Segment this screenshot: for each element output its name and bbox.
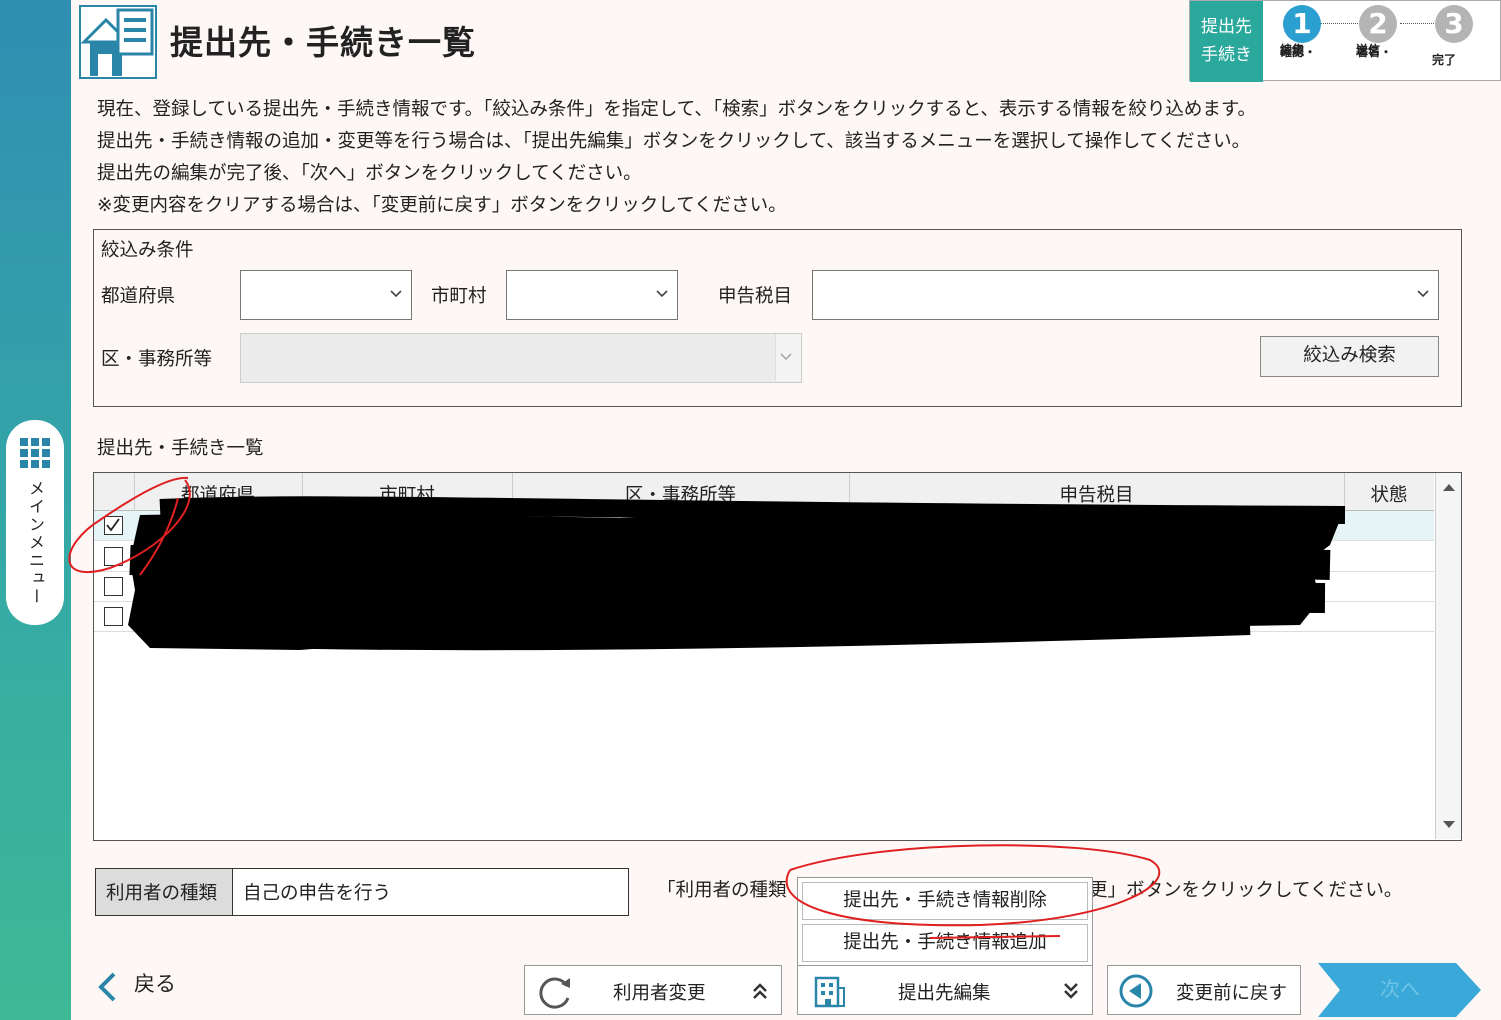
- instruction-line: 提出先の編集が完了後、「次へ」ボタンをクリックしてください。: [97, 163, 642, 184]
- next-label: 次へ: [1380, 977, 1420, 1001]
- back-label: 戻る: [134, 972, 176, 996]
- hint-suffix: 更」ボタンをクリックしてください。: [1089, 880, 1403, 901]
- current-step-line-1: 提出先: [1201, 17, 1252, 37]
- main-menu-tab[interactable]: メインメニュー: [6, 420, 64, 625]
- row-checkbox[interactable]: [104, 516, 123, 535]
- table-header: 都道府県 市町村 区・事務所等 申告税目 状態: [94, 473, 1434, 511]
- chevron-down-icon: [1417, 290, 1429, 298]
- edit-destination-button[interactable]: 提出先編集: [797, 965, 1093, 1015]
- chevron-left-icon: [98, 972, 116, 1002]
- chevron-down-icon: [780, 353, 792, 361]
- current-step-line-2: 手続き: [1201, 45, 1252, 65]
- instruction-line: 現在、登録している提出先・手続き情報です。「絞込み条件」を指定して、「検索」ボタ…: [97, 99, 1257, 120]
- step-1-label-2: 編集: [1280, 43, 1305, 57]
- current-step-label: 提出先 手続き: [1190, 1, 1263, 82]
- table-row[interactable]: [94, 572, 1434, 602]
- edit-destination-menu: 提出先・手続き情報削除 提出先・手続き情報追加: [797, 877, 1093, 967]
- table-row[interactable]: [94, 542, 1434, 572]
- chevron-down-icon: [656, 290, 668, 298]
- step-indicator: 提出先 手続き 1 確認・ 編集 2 署名・ 送信 3 完了: [1189, 0, 1501, 82]
- user-type-hint: 「利用者の種類 更」ボタンをクリックしてください。: [657, 876, 1402, 902]
- prefecture-select[interactable]: [240, 270, 412, 320]
- back-circle-icon: [1119, 974, 1153, 1008]
- scroll-up-icon[interactable]: [1441, 481, 1457, 493]
- step-3: 3 完了: [1432, 5, 1476, 67]
- step-3-number: 3: [1435, 5, 1473, 43]
- instruction-line: ※変更内容をクリアする場合は、「変更前に戻す」ボタンをクリックしてください。: [97, 195, 787, 216]
- table-row[interactable]: [94, 602, 1434, 632]
- instructions: 現在、登録している提出先・手続き情報です。「絞込み条件」を指定して、「検索」ボタ…: [97, 94, 1256, 222]
- tax-item-label: 申告税目: [718, 286, 793, 307]
- add-destination-menu-item[interactable]: 提出先・手続き情報追加: [802, 924, 1088, 962]
- table-scrollbar[interactable]: [1435, 473, 1461, 839]
- row-checkbox[interactable]: [104, 577, 123, 596]
- back-button[interactable]: 戻る: [96, 968, 176, 1002]
- step-1: 1 確認・ 編集: [1280, 5, 1324, 59]
- filter-panel: 絞込み条件 都道府県 市町村 申告税目 区・事務所等 絞込み検索: [93, 229, 1462, 407]
- row-checkbox[interactable]: [104, 607, 123, 626]
- column-tax-item: 申告税目: [1059, 485, 1134, 506]
- step-2-label-2: 送信: [1356, 43, 1381, 57]
- main-menu-label: メインメニュー: [26, 480, 45, 606]
- user-type-label: 利用者の種類: [95, 868, 233, 916]
- step-1-number: 1: [1283, 5, 1321, 43]
- step-3-label: 完了: [1432, 53, 1457, 67]
- city-label: 市町村: [431, 286, 487, 307]
- next-button[interactable]: 次へ: [1318, 963, 1481, 1017]
- refresh-icon: [539, 977, 570, 1009]
- step-2-number: 2: [1359, 5, 1397, 43]
- delete-destination-menu-item[interactable]: 提出先・手続き情報削除: [802, 882, 1088, 920]
- double-chevron-up-icon: [753, 983, 767, 999]
- user-type-value: 自己の申告を行う: [232, 868, 629, 916]
- office-select: [240, 333, 802, 383]
- filter-search-button[interactable]: 絞込み検索: [1260, 336, 1439, 377]
- destination-list-icon: [79, 5, 157, 79]
- column-status: 状態: [1370, 485, 1408, 506]
- checkmark-icon: [106, 518, 120, 532]
- office-label: 区・事務所等: [101, 349, 213, 370]
- column-city: 市町村: [379, 485, 435, 506]
- table-row[interactable]: [94, 511, 1434, 541]
- edit-destination-label: 提出先編集: [898, 983, 991, 1004]
- column-prefecture: 都道府県: [180, 485, 255, 506]
- chevron-down-icon: [390, 290, 402, 298]
- grid-menu-icon: [20, 438, 50, 468]
- page-title: 提出先・手続き一覧: [170, 23, 476, 62]
- sidebar: メインメニュー: [0, 0, 71, 1020]
- scroll-down-icon[interactable]: [1441, 819, 1457, 831]
- step-connector: [1320, 23, 1360, 24]
- column-office: 区・事務所等: [624, 485, 736, 506]
- prefecture-label: 都道府県: [101, 286, 176, 307]
- change-user-button[interactable]: 利用者変更: [524, 965, 782, 1015]
- hint-prefix: 「利用者の種類: [657, 880, 787, 901]
- tax-item-select[interactable]: [812, 270, 1439, 320]
- destination-table: 都道府県 市町村 区・事務所等 申告税目 状態: [93, 472, 1462, 841]
- list-title: 提出先・手続き一覧: [97, 438, 264, 459]
- city-select[interactable]: [506, 270, 678, 320]
- step-connector: [1400, 23, 1436, 24]
- revert-changes-button[interactable]: 変更前に戻す: [1107, 965, 1301, 1015]
- step-2: 2 署名・ 送信: [1356, 5, 1400, 59]
- double-chevron-down-icon: [1064, 983, 1078, 999]
- row-checkbox[interactable]: [104, 547, 123, 566]
- revert-label: 変更前に戻す: [1176, 983, 1288, 1004]
- change-user-label: 利用者変更: [613, 983, 706, 1004]
- filter-title: 絞込み条件: [101, 240, 194, 261]
- building-icon: [814, 976, 845, 1008]
- instruction-line: 提出先・手続き情報の追加・変更等を行う場合は、「提出先編集」ボタンをクリックして…: [97, 131, 1251, 152]
